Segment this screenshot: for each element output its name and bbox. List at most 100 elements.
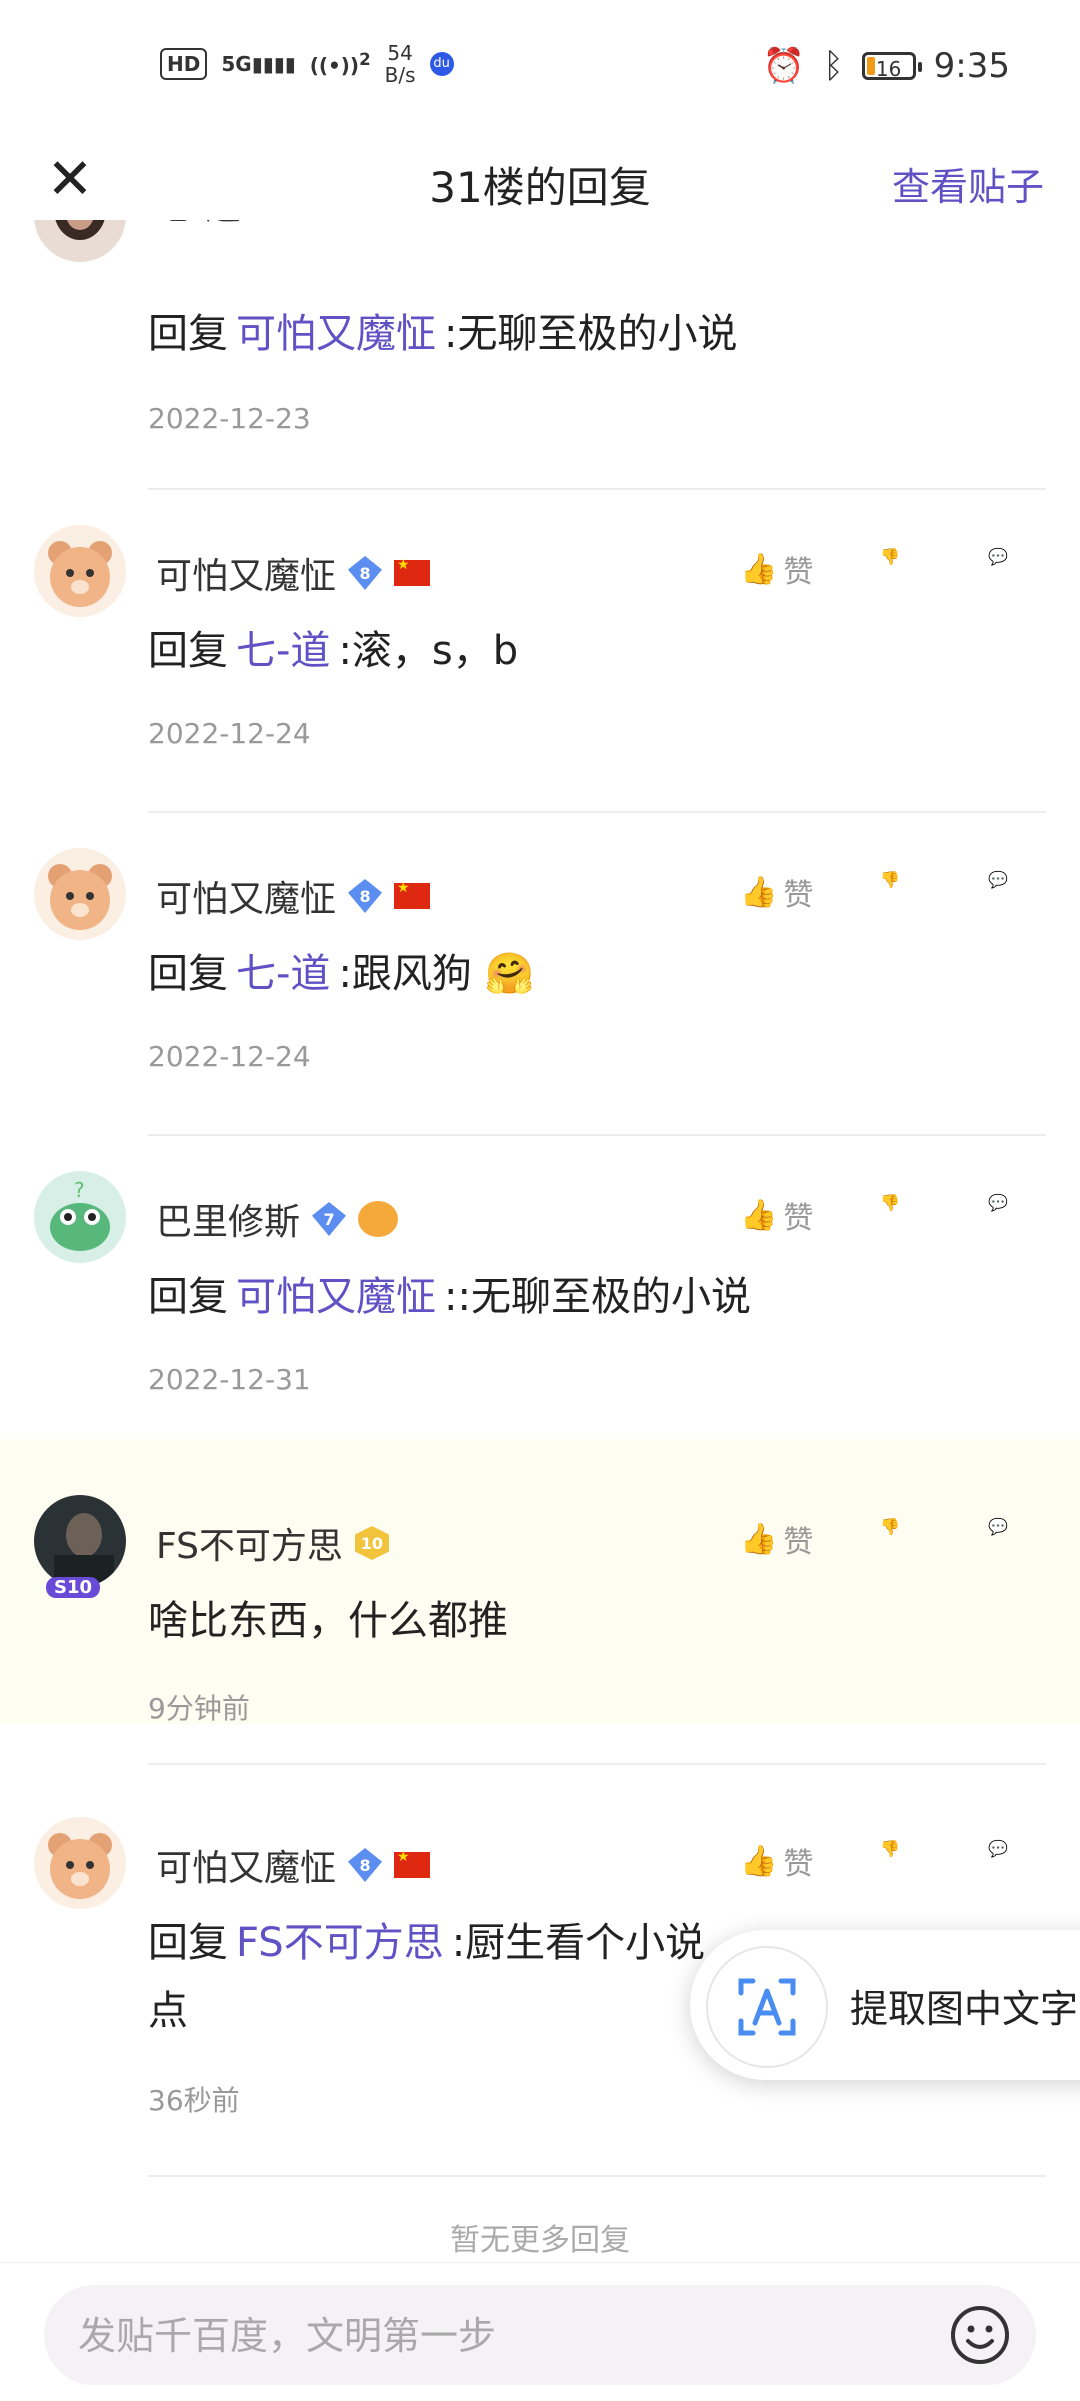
level-badge: 8 [348, 879, 383, 913]
divider [148, 488, 1046, 490]
thumbs-up-icon: 👍 [740, 874, 778, 910]
network-indicator: 5G▮▮▮▮ [221, 52, 296, 76]
level-badge: 7 [312, 1202, 347, 1236]
level-badge: 8 [348, 556, 383, 590]
avatar[interactable] [34, 848, 126, 940]
reply-time: 2022-12-24 [148, 1040, 311, 1073]
divider [148, 811, 1046, 813]
reply-content: 啥比东西，什么都推 [148, 1598, 508, 1644]
comment-icon: 💬 [988, 1839, 1008, 1858]
comment-button[interactable]: 💬 [988, 547, 1008, 566]
username[interactable]: 可怕又魔怔 8 [156, 547, 431, 599]
thumbs-down-icon: 👎 [880, 1193, 900, 1212]
reply-actions: 👍赞 👎 💬 [740, 1839, 1080, 1899]
reply-content: 回复 七-道:滚，s，b [148, 628, 519, 674]
battery-level: 16 [875, 57, 902, 81]
avatar[interactable] [34, 220, 126, 262]
reply-time: 2022-12-23 [148, 402, 311, 435]
smiley-icon [951, 2306, 1009, 2364]
thumbs-up-icon: 👍 [740, 551, 778, 587]
hotspot-icon: ((•))2 [309, 50, 371, 78]
divider [148, 1763, 1046, 1765]
composer-pill[interactable] [44, 2285, 1036, 2387]
comment-icon: 💬 [988, 870, 1008, 889]
avatar[interactable] [34, 1495, 126, 1587]
dislike-button[interactable]: 👎 [880, 1193, 900, 1212]
reply-item: 可怕又魔怔 8 👍赞 👎 💬 回复七-道:跟风狗 🤗 2022-12-24 [0, 848, 1080, 1171]
dislike-button[interactable]: 👎 [880, 870, 900, 889]
mention-link[interactable]: FS不可方思 [236, 1920, 444, 1966]
mention-link[interactable]: 七-道 [236, 951, 330, 997]
like-button[interactable]: 👍赞 [740, 1517, 813, 1561]
like-button[interactable]: 👍赞 [740, 870, 813, 914]
game-controller-badge-icon [358, 1201, 399, 1237]
thumbs-up-icon: 👍 [740, 1521, 778, 1557]
thumbs-up-icon: 👍 [740, 1197, 778, 1233]
like-button[interactable]: 👍赞 [740, 547, 813, 591]
level-badge: 10 [354, 1526, 389, 1560]
reply-content: 回复 七-道:跟风狗 🤗 [148, 951, 535, 997]
china-flag-icon [394, 1849, 431, 1878]
emoji-button[interactable] [948, 2303, 1012, 2367]
dislike-button[interactable]: 👎 [880, 1839, 900, 1858]
hd-indicator: HD [160, 48, 208, 80]
clock: 9:35 [933, 46, 1010, 86]
svg-text:?: ? [74, 1178, 85, 1202]
reply-content: 回复 可怕又魔怔::无聊至极的小说 [148, 1274, 751, 1320]
reply-time: 2022-12-31 [148, 1363, 311, 1396]
baidu-notification-icon: du [429, 52, 454, 76]
extract-text-popup[interactable]: 提取图中文字 [690, 1930, 1080, 2080]
comment-button[interactable]: 💬 [988, 1193, 1008, 1212]
alarm-icon: ⏰ [762, 46, 806, 86]
like-button[interactable]: 👍赞 [740, 1839, 813, 1883]
mention-link[interactable]: 可怕又魔怔 [236, 1274, 436, 1320]
username[interactable]: FS不可方思 10 [156, 1517, 389, 1569]
username[interactable]: 七-道 [156, 220, 241, 230]
reply-input[interactable] [76, 2285, 940, 2387]
thumbs-down-icon: 👎 [880, 1839, 900, 1858]
extract-text-label: 提取图中文字 [850, 1987, 1079, 2031]
reply-actions: 👍赞 👎 💬 [740, 870, 1080, 930]
reply-item: 可怕又魔怔 8 👍赞 👎 💬 回复七-道:滚，s，b 2022-12-24 [0, 525, 1080, 848]
reply-actions: 👍赞 👎 💬 [740, 220, 1080, 238]
username[interactable]: 巴里修斯 7 [156, 1193, 399, 1245]
reply-actions: 👍赞 👎 💬 [740, 547, 1080, 607]
avatar[interactable] [34, 1817, 126, 1909]
avatar-badge: S10 [46, 1577, 101, 1598]
thumbs-down-icon: 👎 [880, 870, 900, 889]
dislike-button[interactable]: 👎 [880, 547, 900, 566]
reply-time: 36秒前 [148, 2084, 240, 2117]
china-flag-icon [394, 880, 431, 909]
status-right: ⏰ ᛒ 16 9:35 [763, 46, 1010, 86]
status-bar: HD 5G▮▮▮▮ ((•))2 54 B/s du ⏰ ᛒ 16 9:35 [0, 0, 1080, 140]
mention-link[interactable]: 可怕又魔怔 [236, 311, 436, 357]
no-more-replies: 暂无更多回复 [450, 2223, 630, 2258]
divider [148, 1134, 1046, 1136]
comment-icon: 💬 [988, 1193, 1008, 1212]
like-button[interactable]: 👍赞 [740, 220, 813, 222]
username[interactable]: 可怕又魔怔 8 [156, 1839, 431, 1891]
reply-time: 9分钟前 [148, 1692, 250, 1725]
thumbs-down-icon: 👎 [880, 547, 900, 566]
mention-link[interactable]: 七-道 [236, 628, 330, 674]
level-badge: 8 [348, 1848, 383, 1882]
bottom-composer [0, 2262, 1080, 2401]
comment-icon: 💬 [988, 547, 1008, 566]
like-button[interactable]: 👍赞 [740, 1193, 813, 1237]
thumbs-up-icon: 👍 [740, 1843, 778, 1879]
comment-button[interactable]: 💬 [988, 1839, 1008, 1858]
avatar[interactable]: ? [34, 1171, 126, 1263]
view-post-link[interactable]: 查看贴子 [892, 156, 1044, 211]
network-speed: 54 B/s [385, 42, 416, 86]
reply-time: 2022-12-24 [148, 717, 311, 750]
comment-icon: 💬 [988, 1517, 1008, 1536]
comment-button[interactable]: 💬 [988, 1517, 1008, 1536]
dislike-button[interactable]: 👎 [880, 1517, 900, 1536]
username[interactable]: 可怕又魔怔 8 [156, 870, 431, 922]
thumbs-down-icon: 👎 [880, 1517, 900, 1536]
status-left: HD 5G▮▮▮▮ ((•))2 54 B/s du [160, 42, 454, 86]
avatar[interactable] [34, 525, 126, 617]
top-nav: ✕ 31楼的回复 查看贴子 [0, 140, 1080, 220]
comment-button[interactable]: 💬 [988, 870, 1008, 889]
reply-item-highlighted: S10 FS不可方思 10 👍 赞 👎 💬 啥比东西，什么都推 9分钟前 [0, 1439, 1080, 1725]
